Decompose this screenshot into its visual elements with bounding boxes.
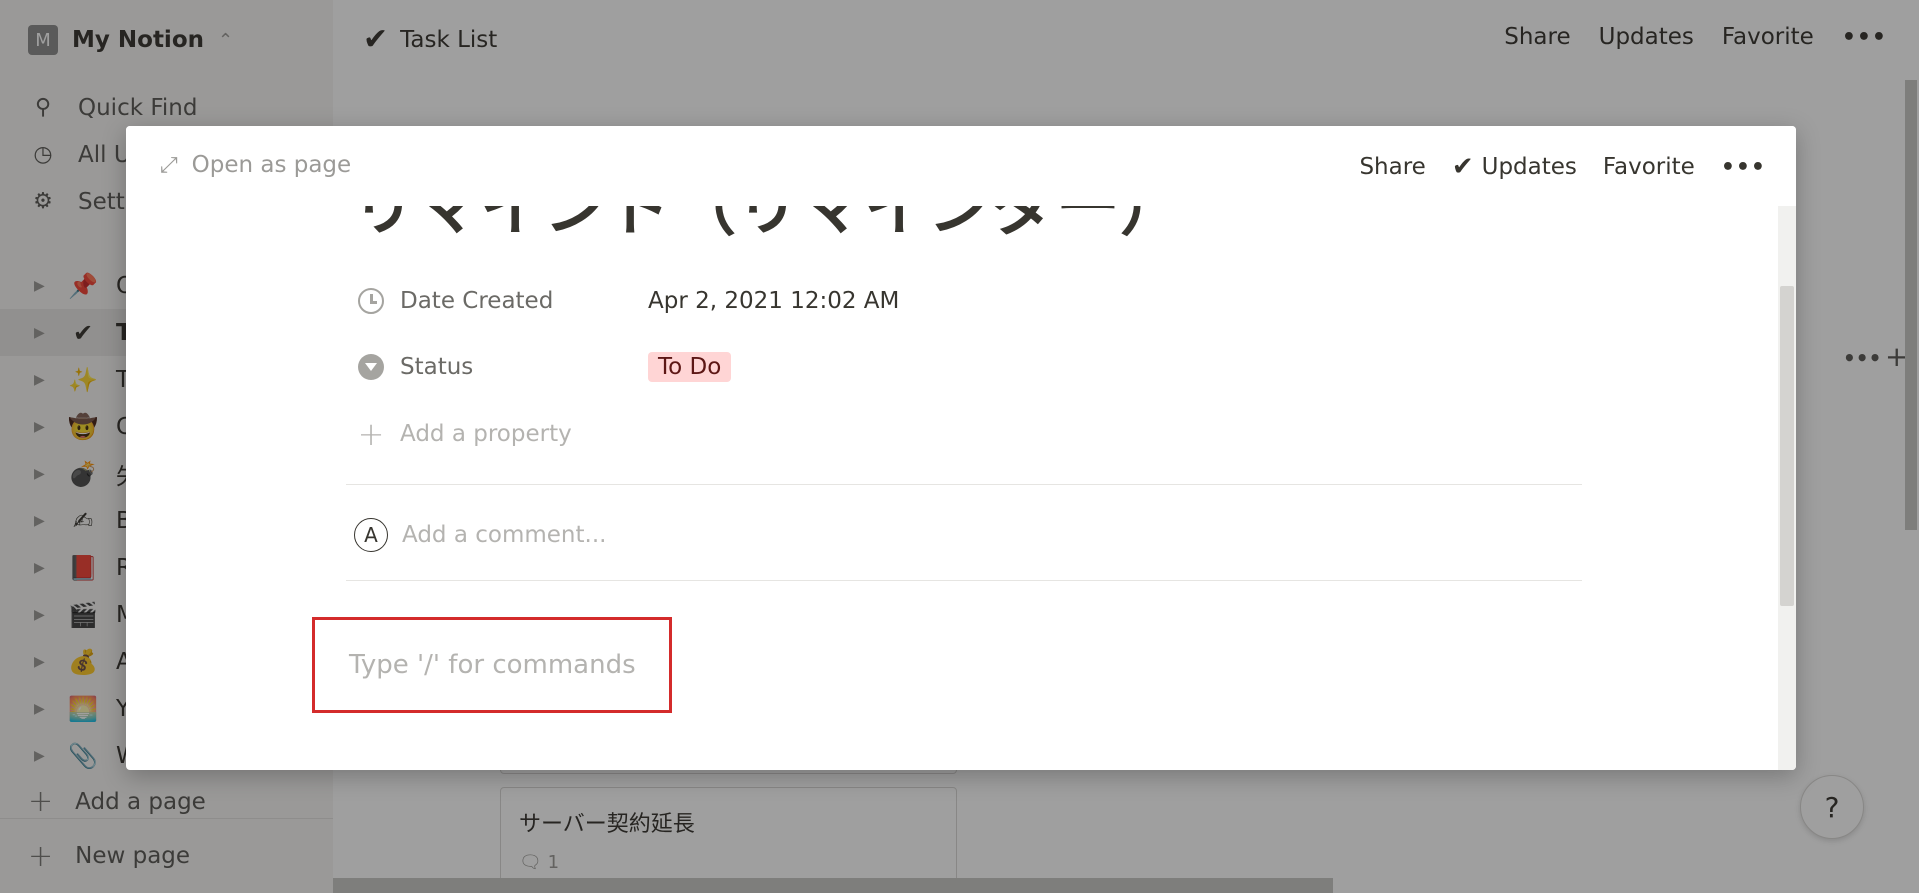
modal-header: ⤢ Open as page Share ✔ Updates Favorite … bbox=[126, 126, 1796, 206]
open-as-page-button[interactable]: ⤢ Open as page bbox=[160, 152, 351, 178]
modal-actions: Share ✔ Updates Favorite ••• bbox=[1359, 152, 1766, 182]
property-label: Status bbox=[400, 354, 474, 380]
property-status[interactable]: Status To Do bbox=[356, 352, 732, 382]
command-input[interactable]: Type '/' for commands bbox=[312, 617, 672, 713]
checkmark-icon: ✔ bbox=[1451, 152, 1474, 182]
property-value: Apr 2, 2021 12:02 AM bbox=[648, 288, 900, 314]
modal-more-icon[interactable]: ••• bbox=[1721, 155, 1766, 180]
add-property-label: Add a property bbox=[400, 421, 572, 447]
status-badge[interactable]: To Do bbox=[648, 352, 732, 382]
plus-icon: + bbox=[357, 415, 385, 453]
select-icon bbox=[356, 352, 386, 382]
command-placeholder: Type '/' for commands bbox=[349, 650, 636, 680]
add-property-button[interactable]: + Add a property bbox=[356, 415, 572, 453]
comment-placeholder: Add a comment... bbox=[402, 522, 607, 548]
comment-field[interactable]: A Add a comment... bbox=[354, 518, 606, 552]
modal-scrollbar-thumb[interactable] bbox=[1780, 286, 1794, 606]
property-label: Date Created bbox=[400, 288, 554, 314]
updates-label: Updates bbox=[1481, 154, 1577, 180]
modal-share-button[interactable]: Share bbox=[1359, 154, 1425, 180]
page-peek-modal: リマインド（リマインダー） ⤢ Open as page Share ✔ Upd… bbox=[126, 126, 1796, 770]
avatar: A bbox=[354, 518, 388, 552]
property-date-created[interactable]: Date Created Apr 2, 2021 12:02 AM bbox=[356, 286, 899, 316]
modal-favorite-button[interactable]: Favorite bbox=[1603, 154, 1695, 180]
divider bbox=[346, 580, 1582, 581]
expand-icon: ⤢ bbox=[160, 152, 178, 178]
clock-icon bbox=[356, 286, 386, 316]
divider bbox=[346, 484, 1582, 485]
open-as-page-label: Open as page bbox=[191, 152, 352, 178]
modal-updates-button[interactable]: ✔ Updates bbox=[1452, 152, 1577, 182]
